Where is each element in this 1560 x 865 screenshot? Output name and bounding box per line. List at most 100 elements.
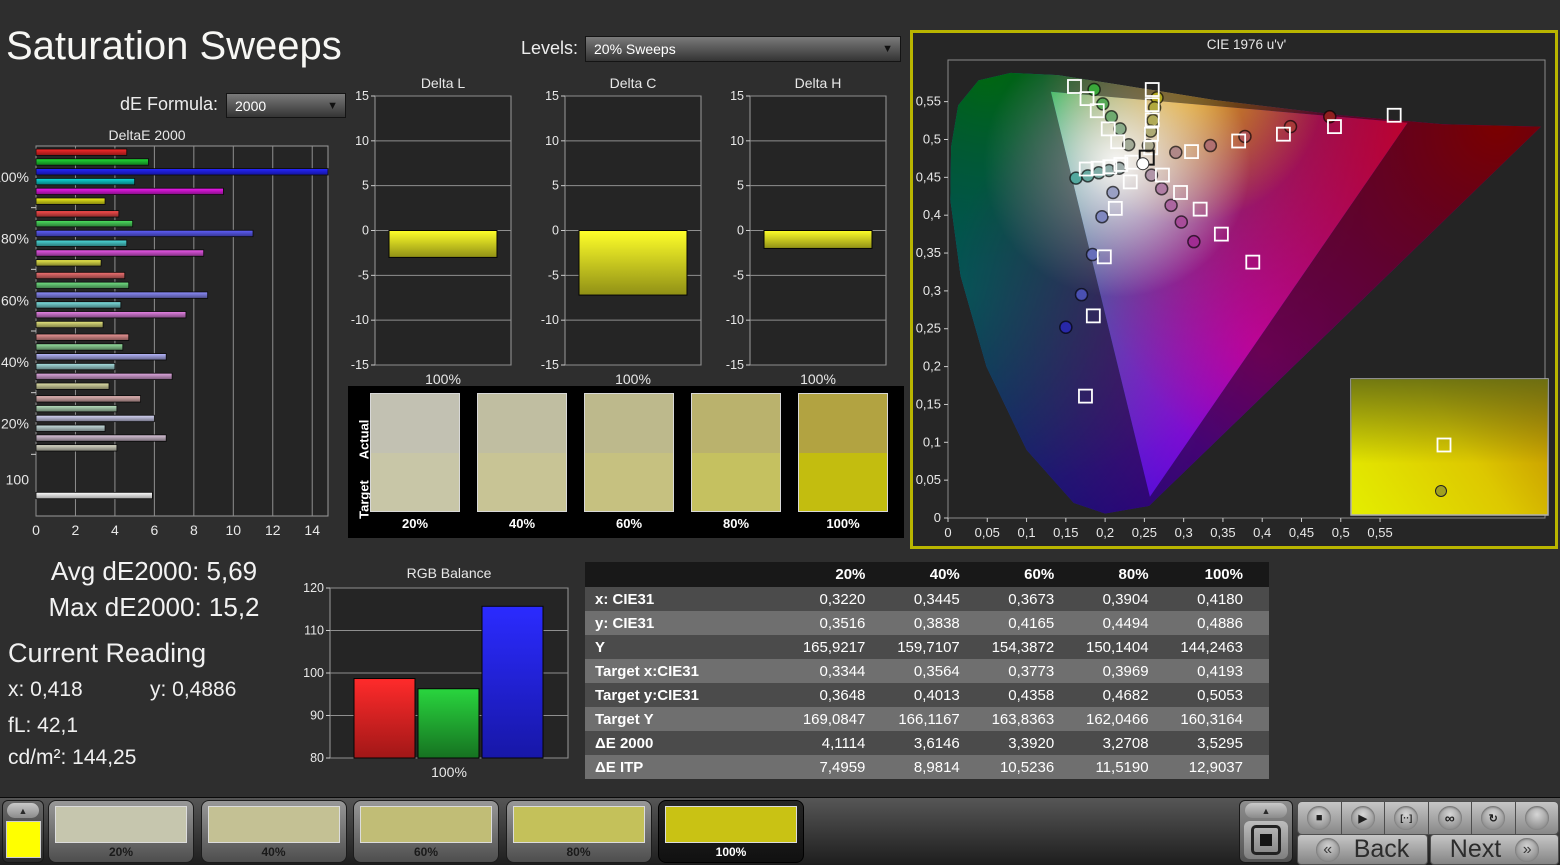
target-swatch xyxy=(478,452,566,511)
chevron-up-icon: ▲ xyxy=(1261,805,1271,816)
bar-60%-cyan xyxy=(35,301,122,309)
svg-text:0,4: 0,4 xyxy=(923,207,941,222)
svg-text:5: 5 xyxy=(362,179,369,193)
svg-text:0,1: 0,1 xyxy=(1018,525,1036,540)
svg-text:10: 10 xyxy=(355,134,369,148)
target-swatch xyxy=(585,452,673,511)
patch-button-20%[interactable]: 20% xyxy=(48,800,194,863)
target-swatch xyxy=(371,452,459,511)
measurement-table: 20% 40% 60% 80% 100% x: CIE31 0,3220 0,3445 0,36… xyxy=(585,562,1269,781)
chevron-right-icon: » xyxy=(1515,837,1540,862)
bar-80%-yellow xyxy=(35,259,102,267)
transport-marker-button[interactable]: [··] xyxy=(1385,801,1429,835)
table-cell: 3,2708 xyxy=(1080,731,1175,755)
svg-text:10: 10 xyxy=(730,134,744,148)
swatch-label: 20% xyxy=(401,516,429,531)
patch-button-80%[interactable]: 80% xyxy=(505,800,652,863)
de-formula-dropdown[interactable]: 2000 ▼ xyxy=(226,93,346,118)
back-button[interactable]: « Back xyxy=(1297,834,1428,865)
table-cell: 160,3164 xyxy=(1174,707,1269,731)
table-row: ΔE 2000 4,1114 3,6146 3,3920 3,2708 3,5295 xyxy=(585,731,1269,755)
transport-side-panel: ▲ xyxy=(1239,800,1293,863)
svg-text:100: 100 xyxy=(6,471,30,487)
current-y: y: 0,4886 xyxy=(150,678,237,701)
patch-button-60%[interactable]: 60% xyxy=(353,800,499,863)
patch-label: 80% xyxy=(566,845,591,859)
transport-stop-button[interactable]: ■ xyxy=(1297,801,1342,835)
back-button-label: Back xyxy=(1353,835,1410,863)
transport-infinity-button[interactable]: ∞ xyxy=(1428,801,1472,835)
loop-icon: ↻ xyxy=(1481,806,1506,830)
bar-60%-yellow xyxy=(35,320,104,329)
cie-measurement-point xyxy=(1113,122,1127,136)
actual-swatch xyxy=(692,394,780,453)
cie-measurement-point xyxy=(1203,138,1218,153)
svg-text:0,15: 0,15 xyxy=(1053,525,1078,540)
patch-color xyxy=(207,806,340,843)
row-label: Target x:CIE31 xyxy=(585,659,797,683)
patch-button-40%[interactable]: 40% xyxy=(200,800,347,863)
table-cell: 0,4013 xyxy=(891,683,986,707)
svg-text:0,55: 0,55 xyxy=(916,94,941,109)
de-formula-value: 2000 xyxy=(235,97,267,114)
table-cell: 11,5190 xyxy=(1080,755,1175,779)
table-row: x: CIE31 0,3220 0,3445 0,3673 0,3904 0,4180 xyxy=(585,587,1269,611)
svg-text:5: 5 xyxy=(552,179,559,193)
collapse-transport-button[interactable]: ▲ xyxy=(1245,803,1287,818)
current-patch-swatch xyxy=(5,821,41,858)
de-formula-label: dE Formula: xyxy=(119,94,218,114)
bar-100%-red xyxy=(35,148,128,156)
patch-label: 40% xyxy=(261,845,286,859)
bar-100%-blue xyxy=(35,168,329,176)
patch-button-100%[interactable]: 100% xyxy=(658,800,804,863)
table-cell: 169,0847 xyxy=(797,707,892,731)
swatch-80%: 80% xyxy=(691,393,781,531)
collapse-patch-panel-button[interactable]: ▲ xyxy=(7,803,39,818)
next-button[interactable]: Next » xyxy=(1430,834,1559,865)
table-cell: 159,7107 xyxy=(891,635,986,659)
svg-text:0,45: 0,45 xyxy=(916,169,941,184)
svg-text:10: 10 xyxy=(226,522,242,538)
row-label: ΔE ITP xyxy=(585,755,797,779)
svg-text:-15: -15 xyxy=(541,358,559,372)
levels-dropdown[interactable]: 20% Sweeps ▼ xyxy=(585,36,901,62)
svg-text:0,4: 0,4 xyxy=(1253,525,1271,540)
bar-20%-magenta xyxy=(35,434,167,442)
table-cell: 0,5053 xyxy=(1174,683,1269,707)
table-cell: 0,4193 xyxy=(1174,659,1269,683)
svg-text:6: 6 xyxy=(150,522,158,538)
patch-label: 20% xyxy=(108,845,134,859)
transport-loop-button[interactable]: ↻ xyxy=(1472,801,1516,835)
cie-measurement-point xyxy=(1095,209,1109,224)
current-reading-title: Current Reading xyxy=(8,638,207,668)
transport-play-button[interactable]: ▶ xyxy=(1341,801,1385,835)
svg-text:CIE 1976 u'v': CIE 1976 u'v' xyxy=(1207,37,1286,52)
table-cell: 144,2463 xyxy=(1174,635,1269,659)
table-cell: 0,4165 xyxy=(985,611,1081,635)
svg-text:60%: 60% xyxy=(1,292,29,308)
levels-value: 20% Sweeps xyxy=(594,41,676,57)
svg-text:15: 15 xyxy=(355,89,369,103)
marker-icon: [··] xyxy=(1394,806,1419,830)
cie-measurement-point xyxy=(1106,185,1120,200)
swatch-20%: 20% xyxy=(370,393,460,531)
levels-label: Levels: xyxy=(520,38,578,58)
svg-text:100%: 100% xyxy=(431,764,467,780)
current-x: x: 0,418 xyxy=(8,678,83,701)
bar-100%-cyan xyxy=(35,178,136,186)
table-cell: 12,9037 xyxy=(1174,755,1269,779)
swatch-label: 100% xyxy=(826,516,860,531)
next-button-label: Next xyxy=(1449,835,1502,863)
table-cell: 0,3445 xyxy=(891,587,986,611)
svg-text:0,25: 0,25 xyxy=(916,321,941,336)
bottom-bar: ▲ 20% 40% 60% 80% 100% ▲ ■ ▶ [··] ∞ ↻ « Back Nex… xyxy=(0,797,1560,865)
stop-measurement-button[interactable] xyxy=(1244,821,1288,859)
svg-text:0,05: 0,05 xyxy=(975,525,1000,540)
cie-inset-zoom xyxy=(1350,378,1549,516)
svg-text:15: 15 xyxy=(730,89,744,103)
row-label: ΔE 2000 xyxy=(585,731,797,755)
delta-c-chart: Delta C 15 10 5 0 -5 -10 -15 100% xyxy=(538,72,708,390)
transport-record-button[interactable] xyxy=(1515,801,1559,835)
svg-text:110: 110 xyxy=(304,624,324,638)
rgb-bar-green xyxy=(417,688,480,759)
